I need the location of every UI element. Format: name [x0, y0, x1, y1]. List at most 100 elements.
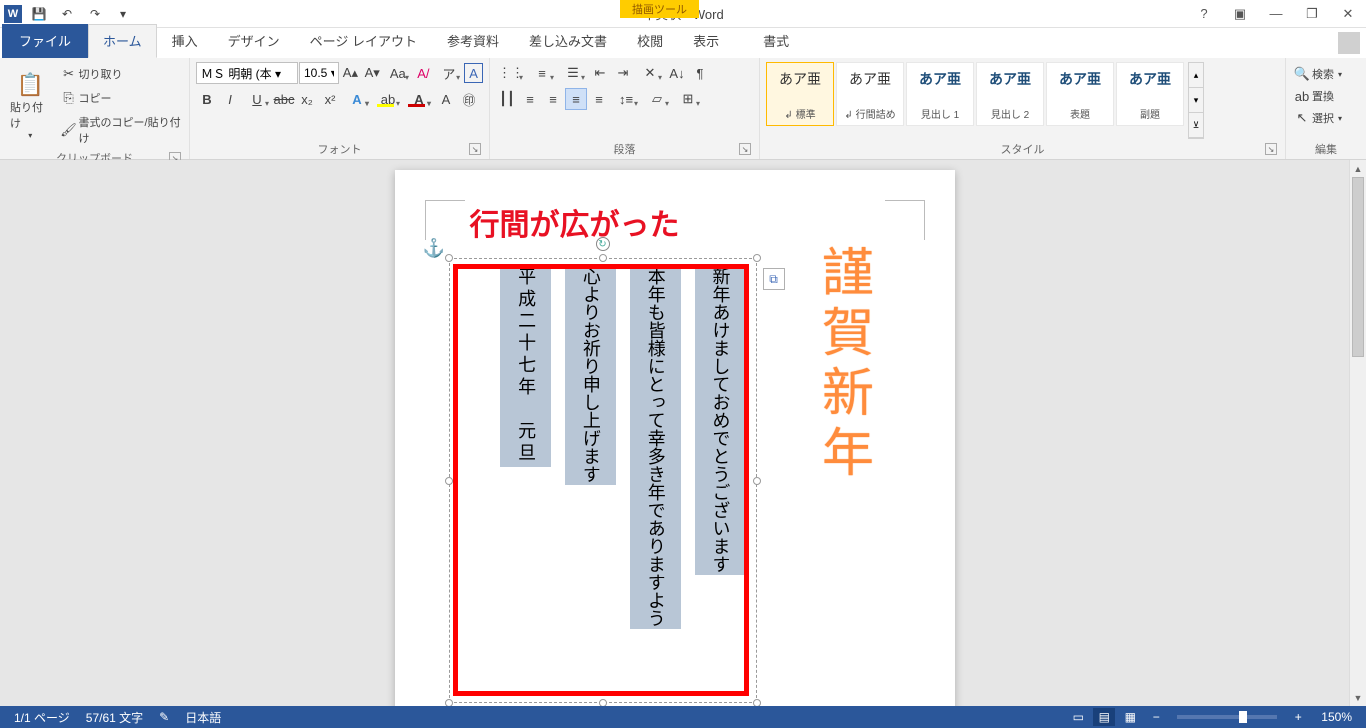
word-count-status[interactable]: 57/61 文字	[78, 709, 151, 726]
format-painter-button[interactable]: 🖌書式のコピー/貼り付け	[59, 112, 183, 148]
tab-file[interactable]: ファイル	[2, 24, 88, 58]
phonetic-guide-button[interactable]: ア	[435, 62, 463, 84]
gallery-row-up[interactable]: ▴	[1189, 63, 1203, 88]
grow-font-button[interactable]: A▴	[340, 62, 361, 84]
clear-formatting-button[interactable]: A/	[413, 62, 434, 84]
tab-review[interactable]: 校閲	[622, 24, 678, 58]
paste-button[interactable]: 📋 貼り付け ▾	[6, 62, 55, 148]
anchor-icon[interactable]: ⚓	[423, 238, 445, 259]
multilevel-list-button[interactable]: ☰	[558, 62, 588, 84]
show-marks-button[interactable]: ¶	[689, 62, 711, 84]
resize-handle-tr[interactable]	[753, 254, 761, 262]
style-item-4[interactable]: あア亜表題	[1046, 62, 1114, 126]
textbox-frame[interactable]: ↻ 新年あけましておめでとうございます 本年も皆様にとって幸多き年でありますよう…	[449, 258, 757, 703]
tab-references[interactable]: 参考資料	[432, 24, 514, 58]
style-item-2[interactable]: あア亜見出し 1	[906, 62, 974, 126]
justify-button[interactable]: ≡	[588, 88, 610, 110]
resize-handle-bl[interactable]	[445, 699, 453, 706]
vertical-title-text[interactable]: 謹賀新年	[805, 245, 880, 485]
tab-design[interactable]: デザイン	[213, 24, 295, 58]
close-button[interactable]: ✕	[1336, 2, 1360, 26]
style-gallery-more[interactable]: ▴ ▾ ⊻	[1188, 62, 1204, 139]
document-area[interactable]: 行間が広がった 謹賀新年 ⚓ ⧉ ↻ 新年あけましておめでとうございます 本年も…	[0, 160, 1349, 706]
zoom-in-button[interactable]: +	[1287, 708, 1309, 726]
scroll-track[interactable]	[1350, 177, 1366, 689]
select-button[interactable]: ↖選択▾	[1292, 108, 1360, 128]
qat-undo[interactable]: ↶	[56, 3, 78, 25]
shading-button[interactable]: ▱	[642, 88, 672, 110]
help-button[interactable]: ?	[1192, 2, 1216, 26]
align-right-button[interactable]: ≡	[565, 88, 587, 110]
scroll-down-arrow[interactable]: ▼	[1350, 689, 1366, 706]
font-name-selector[interactable]	[196, 62, 298, 84]
sort-button[interactable]: A↓	[666, 62, 688, 84]
tab-view[interactable]: 表示	[678, 24, 734, 58]
resize-handle-mr[interactable]	[753, 477, 761, 485]
font-dialog-launcher[interactable]: ↘	[469, 143, 481, 155]
resize-handle-ml[interactable]	[445, 477, 453, 485]
qat-save[interactable]: 💾	[28, 3, 50, 25]
ribbon-display-options[interactable]: ▣	[1228, 2, 1252, 26]
align-center-button[interactable]: ≡	[542, 88, 564, 110]
read-mode-view[interactable]: ▭	[1067, 708, 1089, 726]
minimize-button[interactable]: —	[1264, 2, 1288, 26]
qat-redo[interactable]: ↷	[84, 3, 106, 25]
page-number-status[interactable]: 1/1 ページ	[6, 709, 78, 726]
increase-indent-button[interactable]: ⇥	[612, 62, 634, 84]
user-account-icon[interactable]	[1338, 32, 1360, 54]
cut-button[interactable]: ✂切り取り	[59, 64, 183, 84]
change-case-button[interactable]: Aa	[384, 62, 412, 84]
resize-handle-tm[interactable]	[599, 254, 607, 262]
textbox-content[interactable]: 新年あけましておめでとうございます 本年も皆様にとって幸多き年でありますよう 心…	[460, 265, 746, 696]
style-item-3[interactable]: あア亜見出し 2	[976, 62, 1044, 126]
tab-insert[interactable]: 挿入	[157, 24, 213, 58]
tab-format[interactable]: 書式	[748, 24, 804, 58]
zoom-level[interactable]: 150%	[1313, 710, 1360, 724]
borders-button[interactable]: ⊞	[673, 88, 703, 110]
align-left-button[interactable]: ≡	[519, 88, 541, 110]
shrink-font-button[interactable]: A▾	[362, 62, 383, 84]
italic-button[interactable]: I	[219, 88, 241, 110]
styles-dialog-launcher[interactable]: ↘	[1265, 143, 1277, 155]
decrease-indent-button[interactable]: ⇤	[589, 62, 611, 84]
scroll-thumb[interactable]	[1352, 177, 1364, 357]
gallery-expand[interactable]: ⊻	[1189, 113, 1203, 138]
web-layout-view[interactable]: ▦	[1119, 708, 1141, 726]
body-line-2[interactable]: 本年も皆様にとって幸多き年でありますよう	[630, 265, 681, 629]
language-status[interactable]: 日本語	[177, 709, 229, 726]
underline-button[interactable]: U	[242, 88, 272, 110]
restore-button[interactable]: ❐	[1300, 2, 1324, 26]
body-line-1[interactable]: 新年あけましておめでとうございます	[695, 265, 746, 575]
find-button[interactable]: 🔍検索▾	[1292, 64, 1360, 84]
style-item-0[interactable]: あア亜↲ 標準	[766, 62, 834, 126]
qat-customize[interactable]: ▾	[112, 3, 134, 25]
resize-handle-tl[interactable]	[445, 254, 453, 262]
tab-mailings[interactable]: 差し込み文書	[514, 24, 622, 58]
enclose-characters-button[interactable]: ㊞	[458, 88, 480, 110]
print-layout-view[interactable]: ▤	[1093, 708, 1115, 726]
body-line-4[interactable]: 平成二十七年 元旦	[500, 265, 551, 467]
layout-options-button[interactable]: ⧉	[763, 268, 785, 290]
strikethrough-button[interactable]: abc	[273, 88, 295, 110]
paragraph-dialog-launcher[interactable]: ↘	[739, 143, 751, 155]
replace-button[interactable]: ab置換	[1292, 86, 1360, 106]
vertical-scrollbar[interactable]: ▲ ▼	[1349, 160, 1366, 706]
copy-button[interactable]: ⎘コピー	[59, 88, 183, 108]
highlight-color-button[interactable]: ab	[373, 88, 403, 110]
gallery-row-down[interactable]: ▾	[1189, 88, 1203, 113]
zoom-slider-thumb[interactable]	[1239, 711, 1247, 723]
zoom-out-button[interactable]: −	[1145, 708, 1167, 726]
tab-home[interactable]: ホーム	[88, 24, 157, 58]
font-color-button[interactable]: A	[404, 88, 434, 110]
rotate-handle[interactable]: ↻	[596, 237, 610, 251]
text-direction-ttb[interactable]: ┃┃	[496, 88, 518, 110]
resize-handle-bm[interactable]	[599, 699, 607, 706]
bold-button[interactable]: B	[196, 88, 218, 110]
character-border-button[interactable]: A	[464, 63, 483, 83]
zoom-slider[interactable]	[1177, 715, 1277, 719]
superscript-button[interactable]: x²	[319, 88, 341, 110]
numbering-button[interactable]: ≡	[527, 62, 557, 84]
asian-layout-button[interactable]: ✕	[635, 62, 665, 84]
style-item-5[interactable]: あア亜副題	[1116, 62, 1184, 126]
bullets-button[interactable]: ⋮⋮	[496, 62, 526, 84]
